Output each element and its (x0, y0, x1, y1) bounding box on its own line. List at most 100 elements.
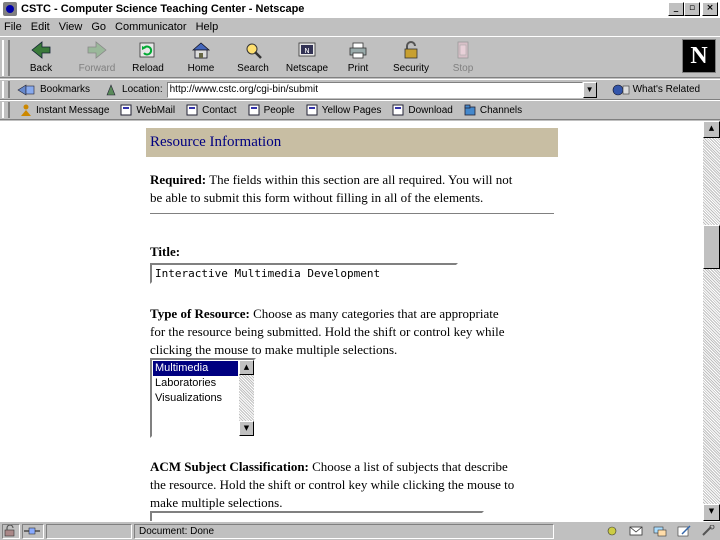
title-input[interactable]: Interactive Multimedia Development (150, 263, 458, 284)
bookmark-page-icon (248, 104, 260, 116)
security-status-icon[interactable] (2, 523, 20, 539)
toolbar-grip[interactable] (2, 40, 10, 76)
discussion-icon[interactable] (652, 525, 668, 537)
resource-type-listbox[interactable]: Multimedia Laboratories Visualizations ▲… (150, 358, 256, 438)
section-header: Resource Information (146, 128, 558, 157)
bookmarks-button[interactable]: Bookmarks (40, 84, 90, 95)
search-icon (246, 43, 262, 59)
forward-arrow-icon (87, 41, 107, 59)
chevron-down-icon: ▼ (708, 507, 715, 515)
menu-file[interactable]: File (4, 21, 22, 33)
composer-icon[interactable] (676, 525, 692, 537)
status-bar: Document: Done (0, 521, 720, 540)
whats-related-icon[interactable] (611, 83, 631, 97)
back-button[interactable]: Back (14, 39, 68, 77)
download-button[interactable]: Download (392, 104, 453, 116)
tool-icon[interactable] (700, 524, 716, 537)
listbox-scrollbar[interactable]: ▲ ▼ (239, 360, 254, 436)
bookmark-page-icon (186, 104, 198, 116)
person-icon (21, 104, 31, 116)
netscape-button[interactable]: N Netscape (280, 39, 334, 77)
whats-related-button[interactable]: What's Related (633, 84, 701, 95)
maximize-button[interactable]: ▫ (684, 2, 700, 16)
scroll-thumb[interactable] (703, 225, 720, 269)
url-dropdown-button[interactable]: ▼ (582, 81, 597, 98)
menu-help[interactable]: Help (196, 21, 219, 33)
netscape-icon: N (298, 42, 316, 57)
channels-button[interactable]: Channels (464, 104, 522, 116)
chevron-up-icon: ▲ (708, 124, 715, 132)
option-laboratories[interactable]: Laboratories (153, 376, 238, 391)
stop-icon (457, 41, 469, 59)
printer-icon (349, 42, 367, 59)
navigation-toolbar: Back Forward Reload Home Search N Netsca… (0, 36, 720, 78)
window-title: CSTC - Computer Science Teaching Center … (21, 3, 305, 15)
minimize-button[interactable]: _ (668, 2, 684, 16)
scroll-up-button[interactable]: ▲ (703, 121, 720, 138)
security-button[interactable]: Security (384, 39, 438, 77)
horizontal-rule (150, 213, 554, 215)
yellow-pages-button[interactable]: Yellow Pages (306, 104, 381, 116)
location-label: Location: (122, 84, 163, 95)
navigator-icon[interactable] (604, 525, 620, 537)
title-label: Title: (150, 244, 181, 259)
forward-button[interactable]: Forward (70, 39, 124, 77)
location-bar: Bookmarks Location: http://www.cstc.org/… (0, 79, 720, 100)
status-message: Document: Done (139, 525, 215, 537)
chevron-up-icon: ▲ (243, 363, 250, 371)
location-grip[interactable] (2, 81, 10, 98)
type-of-resource-label: Type of Resource: (150, 306, 250, 321)
type-of-resource-description: Type of Resource: Choose as many categor… (150, 306, 505, 357)
menu-bar: File Edit View Go Communicator Help (0, 18, 720, 35)
svg-text:N: N (304, 47, 309, 55)
connection-status-icon (22, 523, 44, 539)
search-button[interactable]: Search (226, 39, 280, 77)
stop-button[interactable]: Stop (436, 39, 490, 77)
menu-view[interactable]: View (59, 21, 83, 33)
bookmark-page-icon (392, 104, 404, 116)
chevron-down-icon: ▼ (243, 424, 250, 432)
bookmark-page-icon (306, 104, 318, 116)
reload-icon (139, 42, 155, 58)
close-button[interactable]: × (702, 2, 718, 16)
status-message-cell: Document: Done (134, 523, 554, 539)
title-input-value: Interactive Multimedia Development (155, 267, 381, 280)
chevron-down-icon: ▼ (585, 84, 594, 94)
instant-message-button[interactable]: Instant Message (20, 104, 109, 116)
page-content: Resource Information Required: The field… (0, 121, 703, 521)
acm-classification-label: ACM Subject Classification: (150, 459, 309, 474)
reload-button[interactable]: Reload (121, 39, 175, 77)
personal-toolbar: Instant Message WebMail Contact People Y… (0, 100, 720, 120)
scroll-down-button[interactable]: ▼ (703, 504, 720, 521)
app-icon (3, 2, 17, 16)
home-button[interactable]: Home (174, 39, 228, 77)
title-bar: CSTC - Computer Science Teaching Center … (0, 0, 720, 18)
contact-button[interactable]: Contact (186, 104, 237, 116)
acm-classification-description: ACM Subject Classification: Choose a lis… (150, 459, 515, 510)
listbox-scroll-up-button[interactable]: ▲ (239, 360, 254, 375)
menu-go[interactable]: Go (91, 21, 106, 33)
people-button[interactable]: People (248, 104, 295, 116)
webmail-button[interactable]: WebMail (120, 104, 175, 116)
acm-subject-listbox[interactable] (150, 511, 484, 521)
window-controls: _ ▫ × (668, 2, 718, 16)
location-icon[interactable] (104, 83, 118, 97)
channels-folder-icon (464, 104, 476, 116)
required-note: Required: The fields within this section… (150, 172, 513, 205)
personal-grip[interactable] (2, 102, 10, 118)
broken-lock-icon (4, 523, 15, 536)
bookmark-page-icon (120, 104, 132, 116)
option-visualizations[interactable]: Visualizations (153, 391, 238, 406)
print-button[interactable]: Print (331, 39, 385, 77)
page-scrollbar[interactable]: ▲ ▼ (703, 121, 720, 521)
browser-window: CSTC - Computer Science Teaching Center … (0, 0, 720, 540)
option-multimedia[interactable]: Multimedia (153, 361, 238, 376)
menu-communicator[interactable]: Communicator (115, 21, 187, 33)
url-field[interactable]: http://www.cstc.org/cgi-bin/submit (166, 81, 583, 98)
listbox-scroll-down-button[interactable]: ▼ (239, 421, 254, 436)
required-label: Required: (150, 172, 207, 187)
netscape-logo[interactable]: N (682, 39, 716, 73)
mail-icon[interactable] (628, 525, 644, 537)
menu-edit[interactable]: Edit (31, 21, 50, 33)
bookmarks-icon[interactable] (16, 83, 38, 97)
